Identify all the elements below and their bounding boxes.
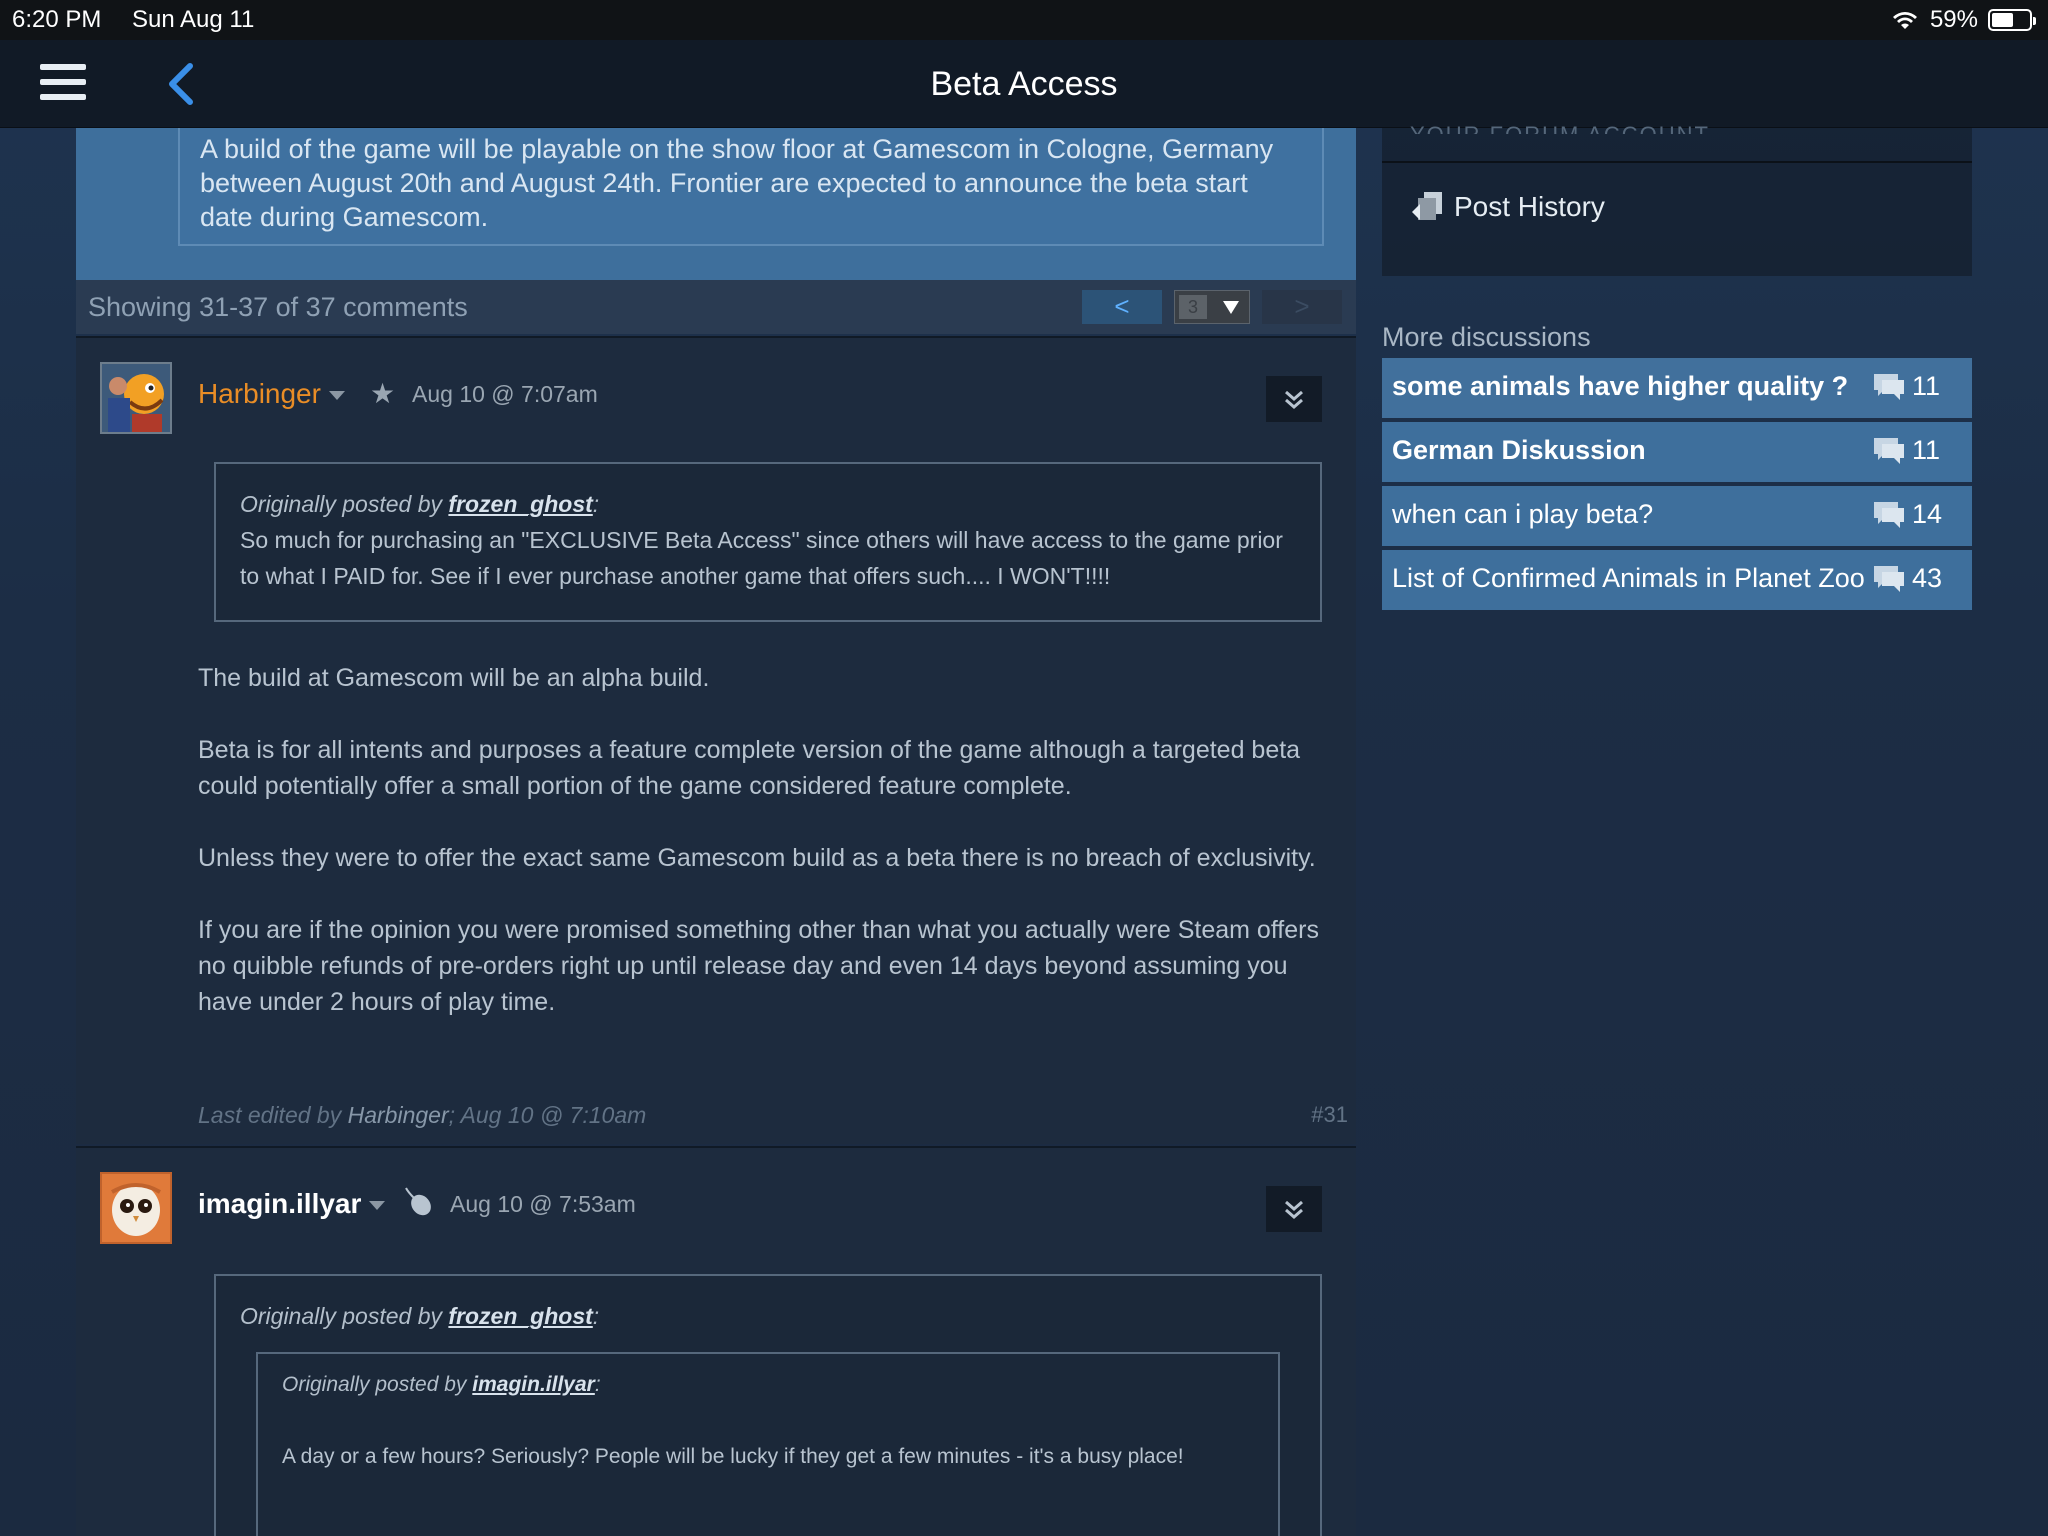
discussion-item[interactable]: when can i play beta? 14 [1382,486,1972,546]
page-select-value: 3 [1179,295,1207,319]
post-history-link[interactable]: Post History [1410,190,1605,224]
status-right: 59% [1890,0,2036,40]
quote-text: A day or a few hours? Seriously? People … [282,1445,1184,1468]
discussion-item[interactable]: some animals have higher quality ? 11 [1382,358,1972,418]
quote-suffix: : [592,491,600,517]
quote-header: Originally posted by frozen_ghost: [240,486,1296,522]
discussion-count: 14 [1912,499,1943,529]
mouse-icon [405,1187,431,1216]
quote-suffix: : [592,1303,600,1329]
caret-down-icon[interactable] [369,1201,386,1211]
edit-note: Last edited by Harbinger; Aug 10 @ 7:10a… [198,1102,646,1129]
page-select[interactable]: 3 [1174,290,1250,324]
topic-quote: A build of the game will be playable on … [178,128,1324,246]
next-page-button[interactable]: > [1262,290,1342,324]
discussion-list: some animals have higher quality ? 11 Ge… [1382,358,1972,614]
author-name[interactable]: imagin.illyar [198,1184,386,1224]
discussion-count: 11 [1912,435,1941,465]
comment-bubble-icon [1874,438,1904,464]
wifi-icon [1892,12,1917,29]
avatar[interactable] [100,362,172,434]
comment-paragraph: Beta is for all intents and purposes a f… [198,736,1301,800]
comment: imagin.illyar Aug 10 @ 7:53am Originally… [76,1146,1356,1536]
nav-bar: Beta Access [0,40,2048,128]
edit-author[interactable]: Harbinger [348,1102,449,1128]
edit-time: ; Aug 10 @ 7:10am [448,1102,647,1128]
topic-post: A build of the game will be playable on … [76,128,1356,280]
page-title: Beta Access [930,65,1118,103]
avatar[interactable] [100,1172,172,1244]
quote-header: Originally posted by imagin.illyar: [282,1370,1254,1400]
post-number[interactable]: #31 [1311,1102,1348,1128]
expand-menu-button[interactable] [1266,1186,1322,1232]
more-discussions-heading: More discussions [1382,322,1591,352]
comment-timestamp: Aug 10 @ 7:07am [412,381,598,407]
quote-author-link[interactable]: imagin.illyar [472,1373,595,1396]
caret-down-icon[interactable] [328,391,345,401]
author-name-label: Harbinger [198,378,321,409]
comment-body: The build at Gamescom will be an alpha b… [198,660,1328,1056]
comment-count: Showing 31-37 of 37 comments [88,292,468,322]
comment-paragraph: Unless they were to offer the exact same… [198,844,1316,872]
quote-block: Originally posted by frozen_ghost: So mu… [214,462,1322,622]
pagination-bar: Showing 31-37 of 37 comments < 3 > [76,280,1356,334]
quote-block: Originally posted by frozen_ghost: Origi… [214,1274,1322,1536]
divider [1382,161,1972,163]
star-icon: ★ [370,378,396,409]
battery-percent: 59% [1929,6,1978,33]
comment-paragraph: The build at Gamescom will be an alpha b… [198,664,710,692]
discussion-main: A build of the game will be playable on … [76,128,1356,1536]
discussion-item[interactable]: List of Confirmed Animals in Planet Zoo … [1382,550,1972,610]
expand-menu-button[interactable] [1266,376,1322,422]
quote-author-link[interactable]: frozen_ghost [448,491,592,517]
quote-header: Originally posted by frozen_ghost: [240,1298,1296,1334]
discussion-title: German Diskussion [1392,435,1646,465]
quote-text: So much for purchasing an "EXCLUSIVE Bet… [240,527,1283,589]
discussion-item[interactable]: German Diskussion 11 [1382,422,1972,482]
panel-heading-cut: YOUR FORUM ACCOUNT [1410,122,1710,134]
discussion-title: when can i play beta? [1392,499,1654,529]
quote-author-link[interactable]: frozen_ghost [448,1303,592,1329]
quote-prefix: Originally posted by [282,1373,467,1396]
comment: Harbinger ★ Aug 10 @ 7:07am Originally p… [76,336,1356,1144]
comment-paragraph: If you are if the opinion you were promi… [198,916,1319,1016]
comment-bubble-icon [1874,502,1904,528]
nested-quote-block: Originally posted by imagin.illyar: A da… [256,1352,1280,1536]
edit-prefix: Last edited by [198,1102,342,1128]
double-chevron-down-icon [1285,1200,1303,1219]
quote-prefix: Originally posted by [240,491,442,517]
status-bar: 6:20 PM Sun Aug 11 59% [0,0,2048,40]
discussion-count: 43 [1912,563,1943,593]
author-name[interactable]: Harbinger [198,374,345,414]
battery-icon [1988,9,2036,31]
comment-bubble-icon [1874,374,1904,400]
quote-suffix: : [594,1373,601,1396]
discussion-title: some animals have higher quality ? [1392,371,1849,401]
discussion-count: 11 [1912,371,1941,401]
discussion-title: List of Confirmed Animals in Planet Zoo [1392,563,1865,593]
forum-account-panel: YOUR FORUM ACCOUNT Post History [1382,122,1972,276]
double-chevron-down-icon [1285,390,1303,409]
quote-prefix: Originally posted by [240,1303,442,1329]
author-name-label: imagin.illyar [198,1188,362,1219]
status-date: Sun Aug 11 [132,6,255,33]
comment-timestamp: Aug 10 @ 7:53am [450,1191,636,1217]
dropdown-arrow-icon [1223,301,1239,314]
post-history-icon [1412,192,1442,220]
comment-bubble-icon [1874,566,1904,592]
post-history-label: Post History [1454,191,1605,222]
status-time: 6:20 PM [12,6,102,33]
prev-page-button[interactable]: < [1082,290,1162,324]
